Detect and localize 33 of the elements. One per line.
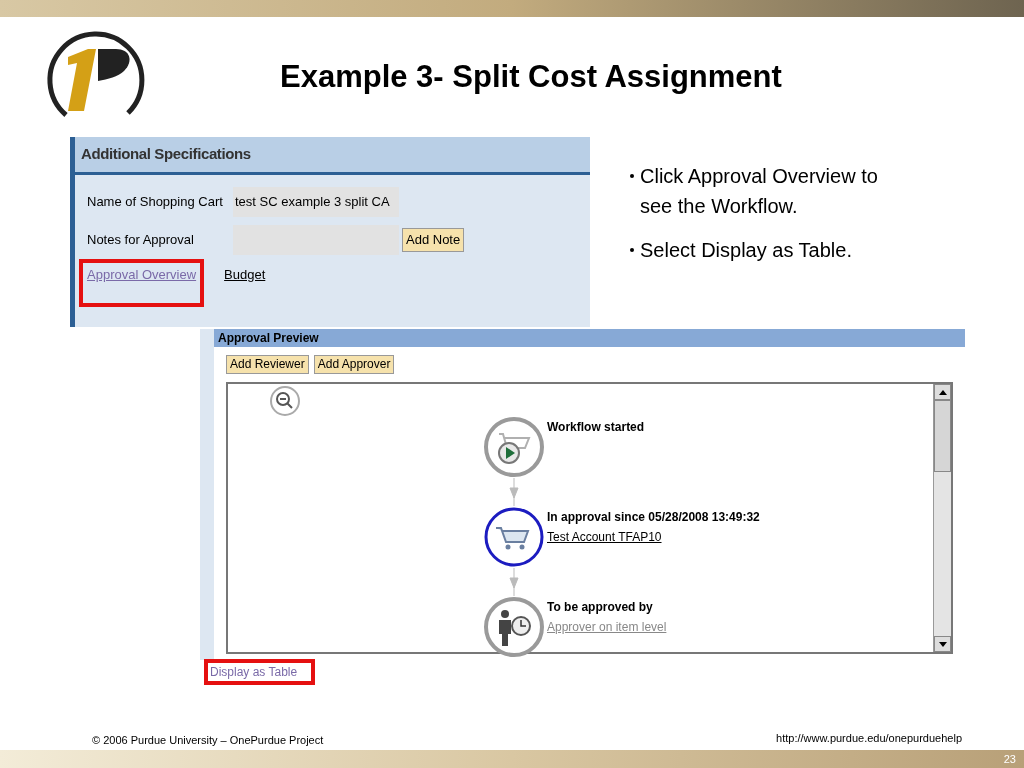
step-link[interactable]: Approver on item level (547, 618, 667, 636)
field-label: Notes for Approval (87, 231, 195, 250)
scroll-up-icon[interactable] (934, 384, 951, 400)
panel-link[interactable]: Approval Overview (87, 265, 197, 285)
scrollbar[interactable] (933, 384, 951, 652)
text-field[interactable]: test SC example 3 split CA (233, 187, 399, 217)
display-table-link[interactable]: Display as Table (210, 663, 298, 681)
step-link[interactable]: Test Account TFAP10 (547, 528, 760, 546)
field-label: Name of Shopping Cart (87, 193, 224, 212)
toolbar-button[interactable]: Add Reviewer (226, 355, 309, 374)
add-note-button[interactable]: Add Note (402, 228, 465, 252)
cart-play-icon (483, 416, 545, 478)
copyright-text: © 2006 Purdue University – OnePurdue Project (92, 732, 324, 748)
bullet-text: Click Approval Overview to see the Workflow. (640, 164, 879, 219)
bullet-icon (630, 174, 634, 178)
step-title: Workflow started (547, 419, 645, 436)
panel-title: Additional Specifications (81, 144, 251, 165)
toolbar-button[interactable]: Add Approver (313, 355, 395, 374)
step-title: To be approved by (547, 599, 654, 616)
footer-url: http://www.purdue.edu/onepurduehelp (776, 730, 962, 746)
bullet-text: Select Display as Table. (640, 238, 852, 263)
panel-link[interactable]: Budget (224, 267, 266, 282)
scroll-down-icon[interactable] (934, 636, 951, 652)
connector-arrow (509, 568, 519, 596)
zoom-out-icon[interactable] (268, 386, 302, 416)
slide-title: Example 3- Split Cost Assignment (280, 57, 782, 96)
bullet-icon (630, 248, 634, 252)
slide-number: 23 (1003, 751, 1016, 767)
scroll-thumb[interactable] (934, 400, 951, 472)
preview-title: Approval Preview (218, 330, 319, 347)
step-title: In approval since 05/28/2008 13:49:32 (547, 509, 760, 526)
shopping-cart-icon (483, 506, 545, 568)
connector-arrow (509, 478, 519, 506)
